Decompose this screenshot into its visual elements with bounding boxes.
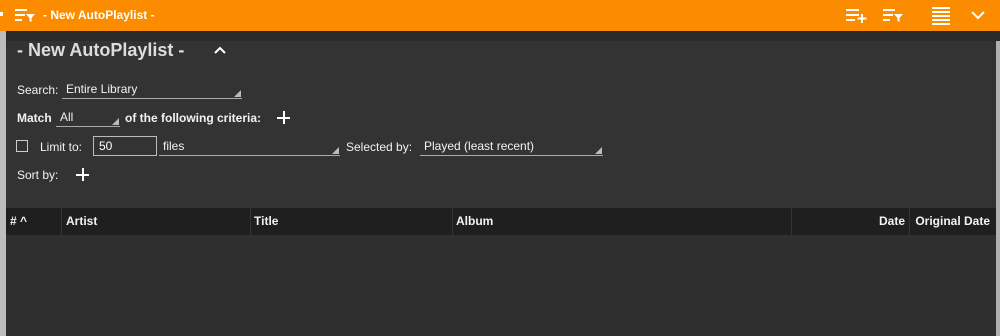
- search-scope-value: Entire Library: [66, 82, 138, 96]
- search-label: Search:: [17, 83, 59, 97]
- limit-checkbox[interactable]: [16, 140, 28, 152]
- add-to-list-icon[interactable]: [845, 6, 867, 24]
- column-header-artist[interactable]: Artist: [62, 208, 251, 235]
- filter-list-icon[interactable]: [882, 6, 904, 24]
- limit-unit-value: files: [163, 139, 185, 153]
- match-value: All: [60, 110, 74, 124]
- sort-label: Sort by:: [17, 168, 59, 182]
- column-header-number[interactable]: # ^: [6, 208, 62, 235]
- limit-unit-dropdown[interactable]: files: [159, 139, 340, 156]
- selected-by-value: Played (least recent): [424, 139, 535, 153]
- list-view-icon[interactable]: [931, 6, 951, 26]
- column-header-album[interactable]: Album: [453, 208, 792, 235]
- playlist-title: - New AutoPlaylist -: [17, 40, 185, 60]
- column-header-date[interactable]: Date: [792, 208, 910, 235]
- column-header-row: # ^ Artist Title Album Date Original Dat…: [6, 208, 996, 235]
- limit-count-input[interactable]: 50: [93, 136, 157, 156]
- dropdown-arrow-icon: [234, 90, 241, 97]
- track-list[interactable]: [6, 235, 996, 336]
- chevron-up-icon[interactable]: [213, 44, 227, 56]
- window-title: - New AutoPlaylist -: [43, 8, 155, 22]
- chevron-down-icon[interactable]: [971, 6, 985, 24]
- criteria-suffix-label: of the following criteria:: [125, 111, 262, 125]
- add-criterion-button[interactable]: [277, 111, 290, 124]
- selected-by-label: Selected by:: [346, 140, 413, 154]
- vertical-scrollbar[interactable]: [996, 41, 1000, 336]
- title-bar: - New AutoPlaylist -: [0, 0, 1000, 31]
- selected-by-dropdown[interactable]: Played (least recent): [420, 139, 603, 156]
- dropdown-arrow-icon: [112, 118, 119, 125]
- dropdown-arrow-icon: [332, 147, 339, 154]
- filter-list-icon[interactable]: [14, 6, 36, 24]
- column-header-title[interactable]: Title: [251, 208, 453, 235]
- column-header-original-date[interactable]: Original Date: [910, 208, 996, 235]
- limit-label: Limit to:: [40, 140, 83, 154]
- match-label: Match: [17, 111, 52, 125]
- dropdown-arrow-icon: [595, 147, 602, 154]
- add-sort-button[interactable]: [76, 168, 89, 181]
- drag-handle[interactable]: [0, 12, 3, 16]
- search-scope-dropdown[interactable]: Entire Library: [62, 82, 242, 99]
- match-dropdown[interactable]: All: [56, 110, 120, 127]
